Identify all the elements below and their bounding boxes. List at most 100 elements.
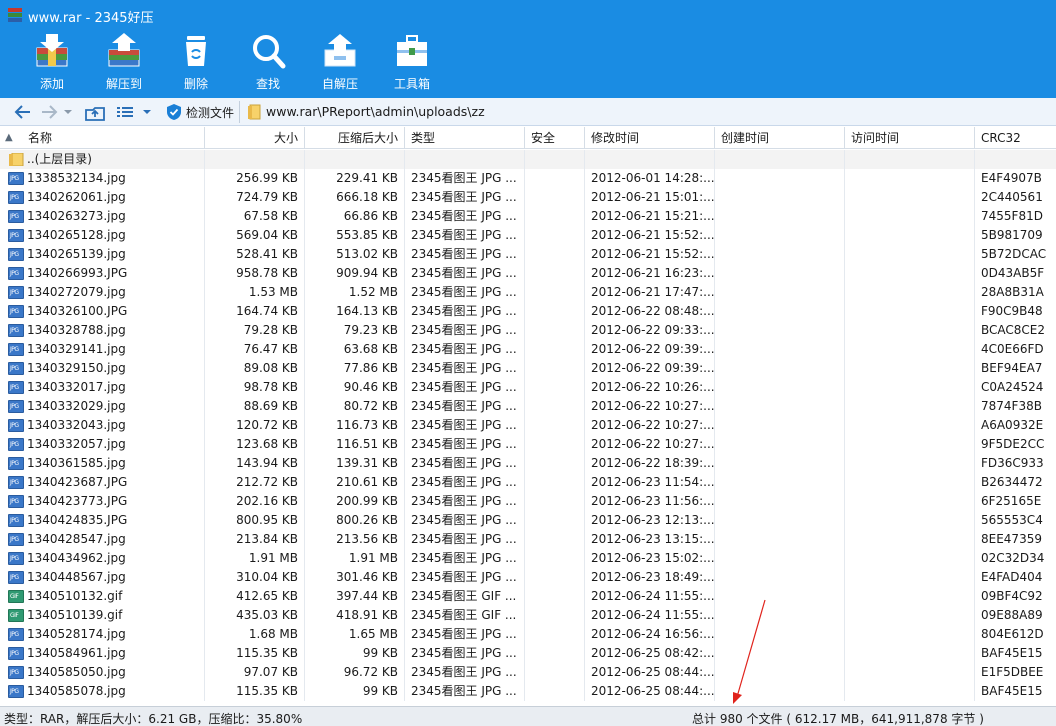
file-modified-time: 2012-06-23 18:49:... — [585, 568, 715, 587]
file-type: 2345看图王 GIF ... — [405, 606, 525, 625]
table-row[interactable]: JPG 1340263273.jpg 67.58 KB 66.86 KB 2345看图王… — [0, 207, 1056, 226]
column-header-created[interactable]: 创建时间 — [715, 127, 845, 149]
file-accessed-time — [845, 264, 975, 283]
file-created-time — [715, 473, 845, 492]
table-row[interactable]: JPG 1340332017.jpg 98.78 KB 90.46 KB 2345看图王… — [0, 378, 1056, 397]
file-crc32: 0D43AB5F — [981, 266, 1045, 280]
file-crc32: 4C0E66FD — [981, 342, 1044, 356]
table-row[interactable]: JPG 1340528174.jpg 1.68 MB 1.65 MB 2345看图王 J… — [0, 625, 1056, 644]
table-row[interactable]: JPG 1340329150.jpg 89.08 KB 77.86 KB 2345看图王… — [0, 359, 1056, 378]
file-compressed-size: 229.41 KB — [305, 169, 405, 188]
find-button[interactable]: 查找 — [236, 30, 300, 94]
parent-directory-row[interactable]: ..(上层目录) — [0, 150, 1056, 169]
jpg-file-icon: JPG — [8, 210, 24, 223]
table-row[interactable]: JPG 1340361585.jpg 143.94 KB 139.31 KB 2345看… — [0, 454, 1056, 473]
file-accessed-time — [845, 492, 975, 511]
file-crc32: 6F25165E — [981, 494, 1042, 508]
table-row[interactable]: JPG 1340584961.jpg 115.35 KB 99 KB 2345看图王 J… — [0, 644, 1056, 663]
column-header-compressed-size[interactable]: 压缩后大小 — [305, 127, 405, 149]
file-compressed-size: 418.91 KB — [305, 606, 405, 625]
table-row[interactable]: JPG 1340423773.JPG 202.16 KB 200.99 KB 2345看… — [0, 492, 1056, 511]
file-size: 98.78 KB — [205, 378, 305, 397]
jpg-file-icon: JPG — [8, 438, 24, 451]
column-header-name-label: 名称 — [28, 131, 53, 145]
file-accessed-time — [845, 644, 975, 663]
self-extract-icon — [324, 34, 356, 67]
file-size: 67.58 KB — [205, 207, 305, 226]
back-arrow-icon[interactable] — [12, 102, 34, 122]
file-name-label: 1340329141.jpg — [27, 342, 126, 356]
table-row[interactable]: JPG 1340332057.jpg 123.68 KB 116.51 KB 2345看… — [0, 435, 1056, 454]
toolbox-label: 工具箱 — [393, 77, 430, 91]
file-size: 256.99 KB — [205, 169, 305, 188]
column-header-name[interactable]: ▲ 名称 — [0, 127, 205, 149]
column-header-type[interactable]: 类型 — [405, 127, 525, 149]
column-header-accessed[interactable]: 访问时间 — [845, 127, 975, 149]
add-button[interactable]: 添加 — [20, 30, 84, 94]
file-crc32: 02C32D34 — [981, 551, 1045, 565]
file-type: 2345看图王 JPG ... — [405, 283, 525, 302]
table-row[interactable]: JPG 1340266993.JPG 958.78 KB 909.94 KB 2345看… — [0, 264, 1056, 283]
view-dropdown-icon[interactable] — [140, 102, 154, 122]
toolbox-button[interactable]: 工具箱 — [380, 30, 444, 94]
table-row[interactable]: JPG 1340434962.jpg 1.91 MB 1.91 MB 2345看图王 J… — [0, 549, 1056, 568]
table-row[interactable]: JPG 1340329141.jpg 76.47 KB 63.68 KB 2345看图王… — [0, 340, 1056, 359]
file-name: JPG 1340329150.jpg — [0, 359, 205, 378]
file-compressed-size: 99 KB — [305, 644, 405, 663]
column-header-size[interactable]: 大小 — [205, 127, 305, 149]
file-crc32: E4FAD404 — [981, 570, 1043, 584]
file-accessed-time — [845, 454, 975, 473]
file-compressed-size: 397.44 KB — [305, 587, 405, 606]
delete-button[interactable]: 删除 — [164, 30, 228, 94]
table-row[interactable]: JPG 1340332043.jpg 120.72 KB 116.73 KB 2345看… — [0, 416, 1056, 435]
extract-to-label: 解压到 — [105, 77, 142, 91]
jpg-file-icon: JPG — [8, 552, 24, 565]
file-name: JPG 1340332017.jpg — [0, 378, 205, 397]
detect-file-button[interactable]: 检测文件 — [160, 101, 240, 123]
file-modified-time: 2012-06-01 14:28:... — [585, 169, 715, 188]
file-modified-time: 2012-06-24 16:56:... — [585, 625, 715, 644]
table-row[interactable]: JPG 1340428547.jpg 213.84 KB 213.56 KB 2345看… — [0, 530, 1056, 549]
table-row[interactable]: JPG 1340265128.jpg 569.04 KB 553.85 KB 2345看… — [0, 226, 1056, 245]
file-size: 528.41 KB — [205, 245, 305, 264]
file-name-label: 1340328788.jpg — [27, 323, 126, 337]
table-row[interactable]: JPG 1340265139.jpg 528.41 KB 513.02 KB 2345看… — [0, 245, 1056, 264]
file-modified-time: 2012-06-21 15:21:... — [585, 207, 715, 226]
forward-arrow-icon[interactable] — [38, 102, 60, 122]
file-security — [525, 606, 585, 625]
file-security — [525, 264, 585, 283]
file-name-label: 1340332057.jpg — [27, 437, 126, 451]
table-row[interactable]: JPG 1340328788.jpg 79.28 KB 79.23 KB 2345看图王… — [0, 321, 1056, 340]
jpg-file-icon: JPG — [8, 628, 24, 641]
table-row[interactable]: JPG 1340326100.JPG 164.74 KB 164.13 KB 2345看… — [0, 302, 1056, 321]
table-row[interactable]: JPG 1338532134.jpg 256.99 KB 229.41 KB 2345看… — [0, 169, 1056, 188]
table-row[interactable]: GIF 1340510139.gif 435.03 KB 418.91 KB 2345看… — [0, 606, 1056, 625]
file-type: 2345看图王 JPG ... — [405, 302, 525, 321]
table-row[interactable]: GIF 1340510132.gif 412.65 KB 397.44 KB 2345看… — [0, 587, 1056, 606]
table-row[interactable]: JPG 1340262061.jpg 724.79 KB 666.18 KB 2345看… — [0, 188, 1056, 207]
column-header-crc32[interactable]: CRC32 — [975, 127, 1056, 149]
file-name: JPG 1340423773.JPG — [0, 492, 205, 511]
table-row[interactable]: JPG 1340585078.jpg 115.35 KB 99 KB 2345看图王 J… — [0, 682, 1056, 701]
table-row[interactable]: JPG 1340423687.JPG 212.72 KB 210.61 KB 2345看… — [0, 473, 1056, 492]
extract-to-button[interactable]: 解压到 — [92, 30, 156, 94]
file-accessed-time — [845, 435, 975, 454]
jpg-file-icon: JPG — [8, 419, 24, 432]
view-list-icon[interactable] — [114, 102, 136, 122]
column-header-security[interactable]: 安全 — [525, 127, 585, 149]
table-row[interactable]: JPG 1340424835.JPG 800.95 KB 800.26 KB 2345看… — [0, 511, 1056, 530]
table-row[interactable]: JPG 1340272079.jpg 1.53 MB 1.52 MB 2345看图王 J… — [0, 283, 1056, 302]
up-folder-icon[interactable] — [84, 102, 106, 122]
table-row[interactable]: JPG 1340332029.jpg 88.69 KB 80.72 KB 2345看图王… — [0, 397, 1056, 416]
path-field[interactable]: www.rar\PReport\admin\uploads\zz — [242, 101, 1052, 123]
file-type: 2345看图王 JPG ... — [405, 549, 525, 568]
self-extract-button[interactable]: 自解压 — [308, 30, 372, 94]
file-name: JPG 1340326100.JPG — [0, 302, 205, 321]
file-name: JPG 1340329141.jpg — [0, 340, 205, 359]
column-header-modified[interactable]: 修改时间 — [585, 127, 715, 149]
file-name: GIF 1340510139.gif — [0, 606, 205, 625]
table-row[interactable]: JPG 1340585050.jpg 97.07 KB 96.72 KB 2345看图王… — [0, 663, 1056, 682]
file-type: 2345看图王 JPG ... — [405, 682, 525, 701]
table-row[interactable]: JPG 1340448567.jpg 310.04 KB 301.46 KB 2345看… — [0, 568, 1056, 587]
forward-dropdown-icon[interactable] — [62, 102, 74, 122]
